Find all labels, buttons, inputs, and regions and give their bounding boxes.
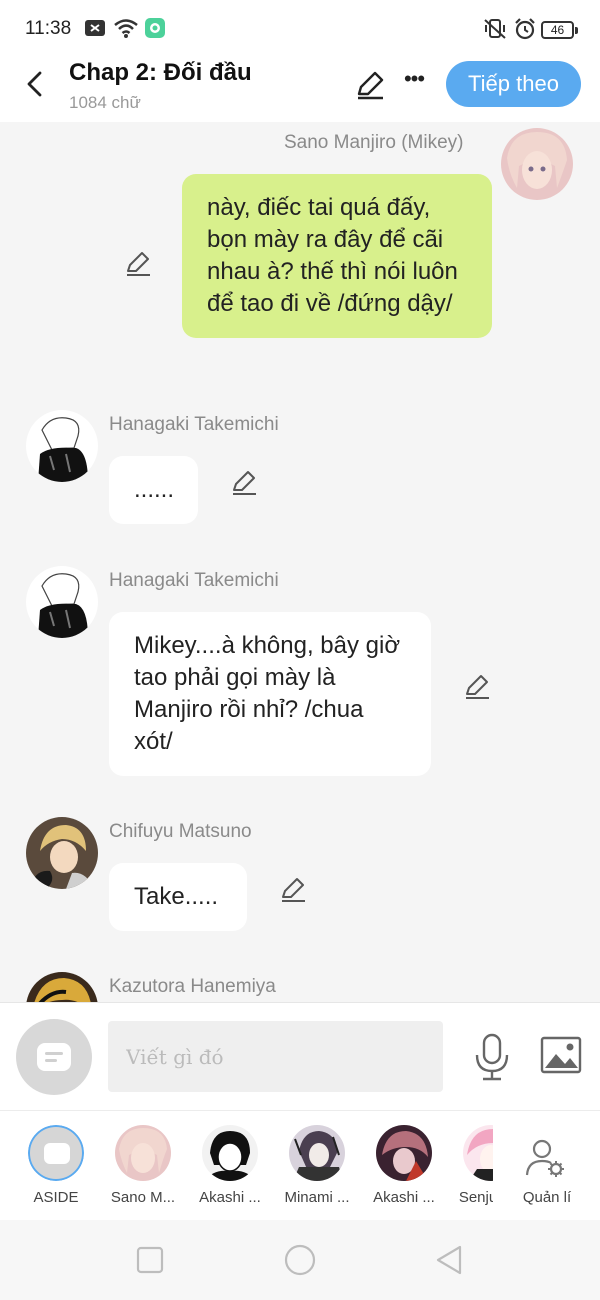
chat-bubble-icon: [37, 1043, 71, 1071]
status-time: 11:38: [25, 18, 72, 39]
message-bubble[interactable]: này, điếc tai quá đấy, bọn mày ra đây để…: [182, 174, 492, 338]
microphone-icon[interactable]: [474, 1033, 510, 1081]
character-akashi-2[interactable]: Akashi ...: [360, 1123, 448, 1215]
character-akashi-1[interactable]: Akashi ...: [186, 1123, 274, 1215]
avatar: [202, 1125, 258, 1181]
avatar[interactable]: [26, 566, 98, 638]
avatar: [376, 1125, 432, 1181]
edit-message-pencil-icon[interactable]: [230, 468, 258, 496]
image-upload-icon[interactable]: [540, 1036, 582, 1074]
more-options-icon[interactable]: •••: [400, 66, 428, 98]
user-settings-icon: [525, 1139, 564, 1177]
character-minami[interactable]: Minami ...: [273, 1123, 361, 1215]
chat-area[interactable]: Sano Manjiro (Mikey) này, điếc tai quá đ…: [0, 122, 600, 1002]
message-bubble[interactable]: ......: [109, 456, 198, 524]
character-sano[interactable]: Sano M...: [99, 1123, 187, 1215]
status-bar: 11:38 46: [0, 0, 600, 56]
battery-indicator: 46: [541, 21, 578, 39]
back-nav-icon[interactable]: [432, 1242, 468, 1278]
character-selector: ASIDE Sano M... Akashi ... Minami ... Ak…: [0, 1110, 600, 1220]
avatar: [289, 1125, 345, 1181]
edit-message-pencil-icon[interactable]: [279, 875, 307, 903]
next-chapter-button[interactable]: Tiếp theo: [446, 61, 581, 107]
message-sender: Sano Manjiro (Mikey): [284, 132, 464, 153]
avatar: [115, 1125, 171, 1181]
recent-apps-icon[interactable]: [132, 1242, 168, 1278]
avatar[interactable]: [26, 817, 98, 889]
character-label: Sano M...: [110, 1189, 176, 1206]
character-aside[interactable]: ASIDE: [12, 1123, 100, 1215]
character-label: Senju: [458, 1189, 493, 1206]
chapter-header: Chap 2: Đối đầu 1084 chữ ••• Tiếp theo: [0, 56, 600, 122]
avatar[interactable]: [26, 410, 98, 482]
avatar: [463, 1125, 493, 1181]
character-label: Minami ...: [284, 1189, 350, 1206]
message-composer: [0, 1002, 600, 1110]
character-label: Akashi ...: [199, 1189, 261, 1206]
chat-bubble-icon: [44, 1143, 70, 1164]
avatar[interactable]: [26, 972, 98, 1002]
message-bubble[interactable]: Take.....: [109, 863, 247, 931]
character-label: Akashi ...: [373, 1189, 435, 1206]
alarm-icon: [515, 18, 535, 40]
home-icon[interactable]: [282, 1242, 318, 1278]
back-arrow-icon[interactable]: [20, 68, 52, 100]
message-sender: Hanagaki Takemichi: [109, 570, 279, 591]
wifi-icon: [114, 19, 138, 38]
message-sender: Hanagaki Takemichi: [109, 414, 279, 435]
manage-label: Quản lí: [522, 1189, 572, 1206]
word-count: 1084 chữ: [69, 93, 141, 112]
system-nav-bar: [0, 1220, 600, 1300]
edit-message-pencil-icon[interactable]: [124, 249, 152, 277]
avatar: [28, 1125, 84, 1181]
message-sender: Chifuyu Matsuno: [109, 821, 252, 842]
manage-characters-button[interactable]: Quản lí: [515, 1123, 579, 1215]
aside-narration-button[interactable]: [16, 1019, 92, 1095]
vibrate-icon: [484, 19, 506, 39]
edit-pencil-icon[interactable]: [354, 69, 386, 101]
notification-icon: [85, 20, 105, 36]
avatar[interactable]: [501, 128, 573, 200]
app-icon: [145, 18, 165, 38]
character-label: ASIDE: [33, 1189, 79, 1206]
message-input[interactable]: [108, 1021, 443, 1092]
message-bubble[interactable]: Mikey....à không, bây giờ tao phải gọi m…: [109, 612, 431, 776]
chapter-title: Chap 2: Đối đầu: [69, 59, 252, 86]
message-sender: Kazutora Hanemiya: [109, 976, 276, 997]
edit-message-pencil-icon[interactable]: [463, 672, 491, 700]
character-senju[interactable]: Senju: [447, 1123, 493, 1215]
